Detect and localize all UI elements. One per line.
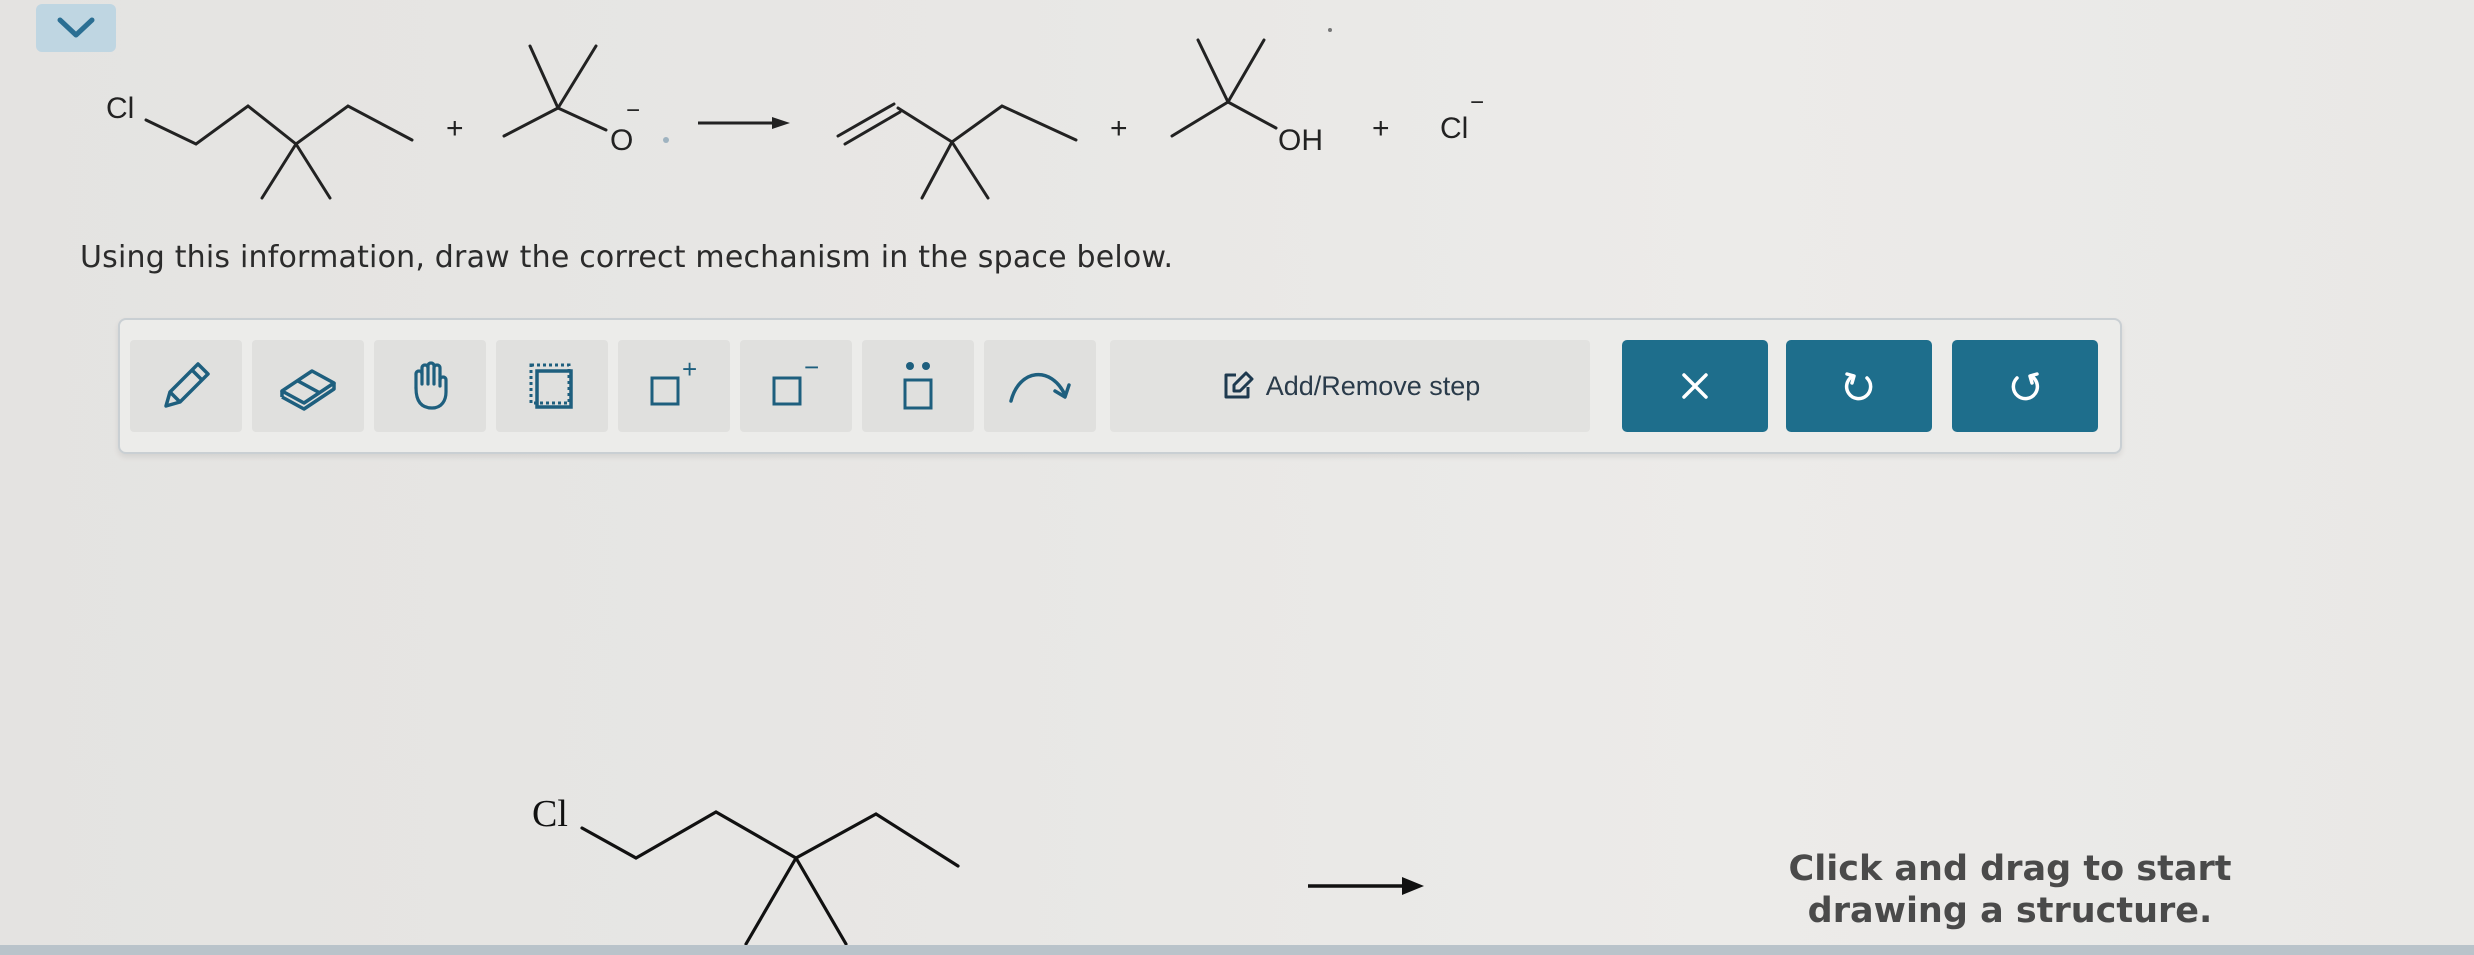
svg-text:+: + xyxy=(682,358,697,384)
tert-butanol xyxy=(1170,38,1278,138)
close-icon xyxy=(1682,373,1708,399)
add-remove-step-label: Add/Remove step xyxy=(1265,370,1481,401)
redo-icon xyxy=(2011,372,2040,401)
pencil-icon xyxy=(164,362,210,408)
positive-charge-icon: + xyxy=(650,358,697,406)
plus-sign-2: + xyxy=(1110,112,1128,145)
lone-pair-icon xyxy=(903,362,933,410)
add-remove-step-button[interactable]: Add/Remove step xyxy=(1110,340,1590,432)
eraser-icon xyxy=(280,369,336,411)
alkoxide-o-label: O xyxy=(610,124,633,157)
select-tool-button[interactable] xyxy=(496,340,608,432)
clear-button[interactable] xyxy=(1622,340,1768,432)
selection-icon xyxy=(529,363,573,409)
tert-butoxide xyxy=(502,44,608,138)
plus-sign-1: + xyxy=(446,112,464,145)
drawing-toolbar: + − Add/Remove step xyxy=(118,318,2122,454)
svg-text:−: − xyxy=(804,358,819,382)
bottom-border xyxy=(0,945,2474,955)
redo-button[interactable] xyxy=(1952,340,2098,432)
stray-dot-2 xyxy=(1328,28,1332,32)
alkoxide-charge: − xyxy=(626,97,640,124)
undo-button[interactable] xyxy=(1786,340,1932,432)
edit-icon xyxy=(1224,371,1254,399)
negative-charge-button[interactable]: − xyxy=(740,340,852,432)
question-prompt: Using this information, draw the correct… xyxy=(80,240,1174,275)
chloride-label: Cl xyxy=(1440,112,1468,145)
lone-pair-button[interactable] xyxy=(862,340,974,432)
canvas-cl-label: Cl xyxy=(532,793,568,835)
canvas-reaction-arrow xyxy=(1308,877,1424,895)
reaction-scheme: Cl + O − + OH + Cl − xyxy=(106,28,1484,200)
alkene-product xyxy=(836,102,1078,200)
alcohol-oh-label: OH xyxy=(1278,124,1323,157)
hand-icon xyxy=(414,361,448,410)
curved-arrow-button[interactable] xyxy=(984,340,1096,432)
canvas-hint: Click and drag to start drawing a struct… xyxy=(1788,849,2232,931)
canvas-alkyl-chloride[interactable] xyxy=(580,810,960,946)
eraser-tool-button[interactable] xyxy=(252,340,364,432)
undo-icon xyxy=(1844,372,1873,401)
curved-arrow-icon xyxy=(1009,373,1071,403)
negative-charge-icon: − xyxy=(772,358,819,406)
reaction-arrow xyxy=(698,117,790,129)
positive-charge-button[interactable]: + xyxy=(618,340,730,432)
reactant-alkyl-chloride xyxy=(144,104,414,200)
pencil-tool-button[interactable] xyxy=(130,340,242,432)
reactant-cl-label: Cl xyxy=(106,92,134,125)
stray-dot xyxy=(663,137,669,143)
plus-sign-3: + xyxy=(1372,112,1390,145)
chloride-charge: − xyxy=(1470,89,1484,116)
hand-tool-button[interactable] xyxy=(374,340,486,432)
